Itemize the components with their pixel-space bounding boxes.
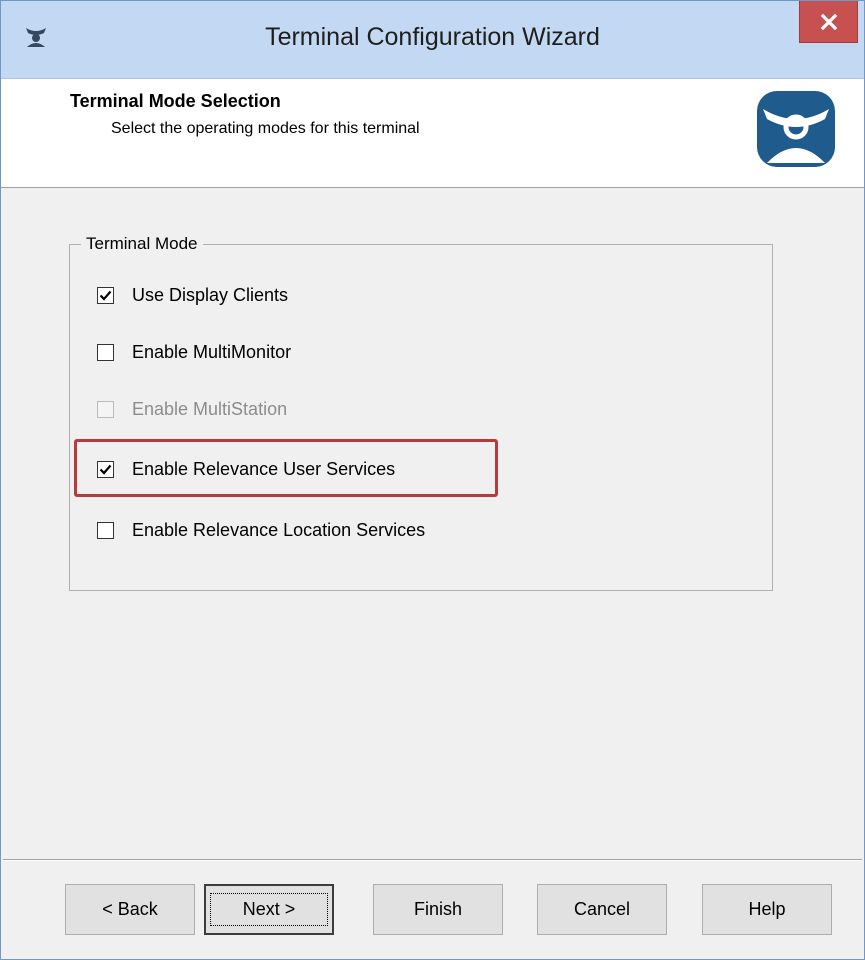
checkbox-label: Enable Relevance Location Services: [132, 519, 426, 540]
highlight-box: [74, 439, 498, 497]
checkbox-box[interactable]: [97, 286, 114, 304]
title-bar[interactable]: Terminal Configuration Wizard: [1, 1, 864, 79]
checkbox-enable-multimonitor[interactable]: Enable MultiMonitor: [97, 340, 291, 364]
window-title: Terminal Configuration Wizard: [265, 23, 600, 51]
check-icon: [99, 346, 112, 359]
checkbox-enable-multistation: Enable MultiStation: [97, 397, 287, 421]
group-legend: Terminal Mode: [81, 234, 203, 254]
check-icon: [99, 290, 112, 301]
checkbox-box: [97, 400, 114, 418]
thinmanager-logo-icon: [755, 89, 837, 169]
back-button-label: < Back: [102, 899, 158, 919]
checkbox-label: Enable MultiMonitor: [132, 341, 292, 362]
cancel-button[interactable]: Cancel: [537, 884, 667, 935]
checkbox-label: Enable MultiStation: [132, 398, 288, 419]
wizard-header: Terminal Mode Selection Select the opera…: [1, 79, 864, 188]
checkbox-label: Use Display Clients: [132, 284, 289, 305]
close-button[interactable]: [799, 1, 858, 43]
next-button-label: Next >: [209, 893, 329, 926]
next-button[interactable]: Next >: [204, 884, 334, 935]
finish-button[interactable]: Finish: [373, 884, 503, 935]
finish-button-label: Finish: [413, 899, 462, 919]
check-icon: [99, 524, 112, 537]
cancel-button-label: Cancel: [573, 899, 631, 919]
checkbox-enable-relevance-location-services[interactable]: Enable Relevance Location Services: [97, 518, 425, 542]
button-separator: [3, 859, 862, 861]
back-button[interactable]: < Back: [65, 884, 195, 935]
checkbox-box[interactable]: [97, 521, 114, 539]
help-button-label: Help: [748, 899, 786, 919]
help-button[interactable]: Help: [702, 884, 832, 935]
close-icon: [820, 13, 837, 30]
page-subtitle: Select the operating modes for this term…: [111, 120, 420, 137]
wizard-window: Terminal Configuration Wizard Terminal M…: [0, 0, 865, 960]
page-title: Terminal Mode Selection: [70, 91, 281, 111]
check-icon: [99, 403, 112, 416]
checkbox-use-display-clients[interactable]: Use Display Clients: [97, 283, 288, 307]
checkbox-box[interactable]: [97, 343, 114, 361]
